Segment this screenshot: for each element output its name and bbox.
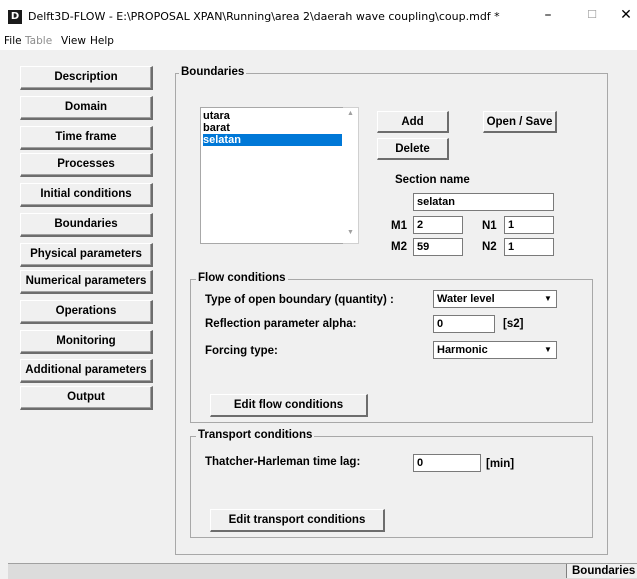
n2-field[interactable]: 1: [504, 238, 554, 256]
menu-view[interactable]: View: [61, 35, 86, 47]
nav-monitoring[interactable]: Monitoring: [20, 330, 153, 354]
time-lag-unit: [min]: [486, 458, 515, 470]
scroll-up-icon[interactable]: ▲: [347, 110, 354, 117]
nav-output[interactable]: Output: [20, 386, 153, 410]
app-icon: D: [8, 10, 22, 24]
reflection-field[interactable]: 0: [433, 315, 495, 333]
m2-label: M2: [391, 241, 407, 253]
nav-time-frame[interactable]: Time frame: [20, 126, 153, 150]
menu-file[interactable]: File: [4, 35, 22, 47]
time-lag-label: Thatcher-Harleman time lag:: [205, 456, 361, 468]
boundaries-group-title: Boundaries: [179, 66, 247, 78]
transport-conditions-title: Transport conditions: [196, 429, 315, 441]
nav-initial-conditions[interactable]: Initial conditions: [20, 183, 153, 207]
edit-transport-conditions-button[interactable]: Edit transport conditions: [210, 509, 385, 532]
status-bar: [8, 563, 637, 579]
m1-label: M1: [391, 220, 407, 232]
window-title: Delft3D-FLOW - E:\PROPOSAL XPAN\Running\…: [28, 10, 500, 23]
nav-operations[interactable]: Operations: [20, 300, 153, 324]
list-item[interactable]: utara: [203, 110, 342, 122]
nav-physical-parameters[interactable]: Physical parameters: [20, 243, 153, 267]
nav-processes[interactable]: Processes: [20, 153, 153, 177]
section-name-field[interactable]: selatan: [413, 193, 554, 211]
m2-field[interactable]: 59: [413, 238, 463, 256]
chevron-down-icon[interactable]: ▼: [542, 344, 554, 356]
maximize-button[interactable]: ☐: [577, 4, 607, 26]
time-lag-field[interactable]: 0: [413, 454, 481, 472]
scroll-down-icon[interactable]: ▼: [347, 229, 354, 236]
open-boundary-type-label: Type of open boundary (quantity) :: [205, 294, 394, 306]
menu-table[interactable]: Table: [25, 35, 52, 47]
list-scrollbar[interactable]: [343, 107, 359, 244]
open-boundary-type-value: Water level: [437, 293, 495, 305]
open-boundary-type-select[interactable]: Water level ▼: [433, 290, 557, 308]
nav-numerical-parameters[interactable]: Numerical parameters: [20, 270, 153, 294]
list-item[interactable]: barat: [203, 122, 342, 134]
reflection-unit: [s2]: [503, 318, 524, 330]
minimize-button[interactable]: –: [533, 4, 563, 26]
nav-boundaries[interactable]: Boundaries: [20, 213, 153, 237]
boundary-list[interactable]: utara barat selatan: [200, 107, 345, 244]
add-button[interactable]: Add: [377, 111, 449, 133]
forcing-type-label: Forcing type:: [205, 345, 278, 357]
nav-description[interactable]: Description: [20, 66, 153, 90]
delete-button[interactable]: Delete: [377, 138, 449, 160]
forcing-type-value: Harmonic: [437, 344, 488, 356]
flow-conditions-title: Flow conditions: [196, 272, 288, 284]
nav-additional-parameters[interactable]: Additional parameters: [20, 359, 153, 383]
edit-flow-conditions-button[interactable]: Edit flow conditions: [210, 394, 368, 417]
forcing-type-select[interactable]: Harmonic ▼: [433, 341, 557, 359]
close-button[interactable]: ✕: [611, 4, 637, 26]
list-item-selected[interactable]: selatan: [203, 134, 342, 146]
nav-domain[interactable]: Domain: [20, 96, 153, 120]
status-current-section: Boundaries: [566, 564, 637, 578]
section-name-label: Section name: [395, 174, 470, 186]
chevron-down-icon[interactable]: ▼: [542, 293, 554, 305]
m1-field[interactable]: 2: [413, 216, 463, 234]
open-save-button[interactable]: Open / Save: [483, 111, 557, 133]
menu-help[interactable]: Help: [90, 35, 114, 47]
n1-field[interactable]: 1: [504, 216, 554, 234]
reflection-label: Reflection parameter alpha:: [205, 318, 357, 330]
n1-label: N1: [482, 220, 497, 232]
n2-label: N2: [482, 241, 497, 253]
